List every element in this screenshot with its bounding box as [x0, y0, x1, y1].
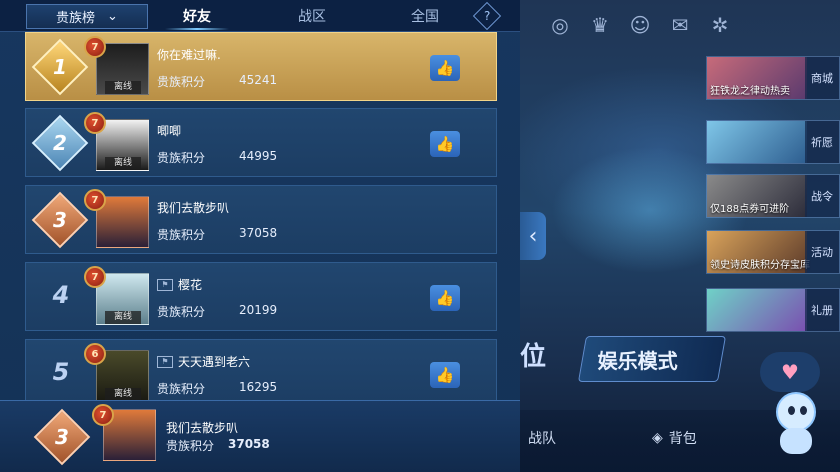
like-button[interactable]: 👍 [430, 55, 460, 81]
rank-badge: 1 [31, 38, 89, 96]
vip-level-badge: 7 [84, 112, 106, 134]
score-value: 44995 [239, 149, 278, 163]
collapse-panel-button[interactable]: ‹ [520, 212, 546, 260]
rank-badge: 3 [31, 191, 89, 249]
promo-giftbook[interactable]: 礼册 [706, 288, 840, 332]
chevron-down-icon: ⌄ [107, 9, 118, 24]
promo-side-label: 活动 [805, 231, 839, 273]
score-label: 贵族积分 [157, 75, 206, 89]
score-label: 贵族积分 [157, 228, 206, 242]
offline-status: 离线 [105, 81, 141, 94]
rank-number: 4 [52, 281, 70, 309]
casual-mode-label: 娱乐模式 [597, 349, 678, 373]
tab-national[interactable]: 全国 [375, 0, 475, 32]
score-value: 37058 [239, 226, 278, 240]
promo-shop[interactable]: 狂铁龙之律动热卖 商城 [706, 56, 840, 100]
region-flag-icon: ⚑ [157, 355, 173, 368]
mode-selector: 位 娱乐模式 [520, 330, 727, 390]
top-icon-bar: ◎ ♛ ☺ ✉ ✲ [520, 0, 840, 50]
board-dropdown-value: 贵族榜 [56, 11, 96, 26]
ranking-row[interactable]: 1 离线 7 你在难过嘛. 贵族积分 45241 👍 [25, 32, 497, 101]
ranking-row[interactable]: 3 7 我们去散步叭 贵族积分 37058 [25, 185, 497, 254]
ranked-mode-label[interactable]: 位 [520, 336, 580, 386]
ranking-tabs: 贵族榜 ⌄ 好友 战区 全国 ? [0, 0, 520, 32]
score-value: 20199 [239, 303, 278, 317]
vip-level-badge: 6 [84, 343, 106, 365]
player-name: ⚑ 樱花 [157, 276, 202, 293]
promo-side-label: 战令 [805, 175, 839, 217]
help-icon[interactable]: ? [472, 1, 502, 31]
like-button[interactable]: 👍 [430, 285, 460, 311]
trophy-icon[interactable]: ♛ [580, 5, 620, 45]
player-name: ⚑ 天天遇到老六 [157, 353, 250, 370]
player-name: 我们去散步叭 [157, 201, 230, 215]
ranking-panel: 贵族榜 ⌄ 好友 战区 全国 ? 1 离线 7 你在难过嘛. 贵族积分 4524… [0, 0, 520, 472]
ranking-row[interactable]: 2 离线 7 唧唧 贵族积分 44995 👍 [25, 108, 497, 177]
thumbs-up-icon: 👍 [435, 366, 455, 384]
target-icon[interactable]: ◎ [540, 5, 580, 45]
bag-icon: ◈ [652, 430, 663, 446]
rank-badge: 2 [31, 114, 89, 172]
offline-status: 离线 [105, 311, 141, 324]
casual-mode-button[interactable]: 娱乐模式 [577, 336, 727, 382]
bag-label: 背包 [668, 431, 697, 447]
team-label: 战队 [528, 431, 556, 447]
mascot-assistant[interactable] [770, 392, 822, 456]
like-button[interactable]: 👍 [430, 131, 460, 157]
heart-button[interactable]: ♥ [760, 352, 820, 392]
promo-side-label: 祈愿 [805, 121, 839, 163]
mail-icon[interactable]: ✉ [660, 5, 700, 45]
tab-friends[interactable]: 好友 [147, 0, 247, 32]
promo-event[interactable]: 领史诗皮肤积分存宝库 活动 [706, 230, 840, 274]
bag-button[interactable]: ◈ 背包 [652, 428, 697, 448]
promo-battlepass[interactable]: 仅188点券可进阶 战令 [706, 174, 840, 218]
player-name: 唧唧 [157, 124, 182, 138]
offline-status: 离线 [105, 157, 141, 170]
score-label: 贵族积分 [157, 151, 206, 165]
score-label: 贵族积分 [157, 382, 206, 396]
score-label: 贵族积分 [157, 305, 206, 319]
thumbs-up-icon: 👍 [435, 59, 455, 77]
my-score-value: 37058 [228, 437, 270, 451]
my-rank-badge: 3 [33, 408, 91, 466]
chevron-left-icon: ‹ [528, 223, 538, 249]
score-value: 16295 [239, 380, 278, 394]
thumbs-up-icon: 👍 [435, 135, 455, 153]
promo-side-label: 礼册 [805, 289, 839, 331]
promo-side-label: 商城 [805, 57, 839, 99]
region-flag-icon: ⚑ [157, 278, 173, 291]
friends-icon[interactable]: ☺ [620, 5, 660, 45]
vip-level-badge: 7 [84, 189, 106, 211]
player-name: 你在难过嘛. [157, 48, 221, 62]
tab-region[interactable]: 战区 [262, 0, 362, 32]
my-vip-level-badge: 7 [92, 404, 114, 426]
vip-level-badge: 7 [84, 36, 106, 58]
my-rank-bar: 3 7 我们去散步叭 贵族积分 37058 [0, 400, 520, 472]
rank-number: 5 [52, 358, 70, 386]
ranking-row[interactable]: 5 离线 6 ⚑ 天天遇到老六 贵族积分 16295 👍 [25, 339, 497, 408]
thumbs-up-icon: 👍 [435, 289, 455, 307]
vip-level-badge: 7 [84, 266, 106, 288]
score-value: 45241 [239, 73, 278, 87]
promo-wish[interactable]: 祈愿 [706, 120, 840, 164]
board-dropdown[interactable]: 贵族榜 ⌄ [26, 4, 148, 29]
my-score-label: 贵族积分 [166, 439, 215, 453]
my-player-name: 我们去散步叭 [166, 421, 239, 435]
team-button[interactable]: 战队 [528, 428, 556, 448]
ranking-row[interactable]: 4 离线 7 ⚑ 樱花 贵族积分 20199 👍 [25, 262, 497, 331]
like-button[interactable]: 👍 [430, 362, 460, 388]
settings-icon[interactable]: ✲ [700, 5, 740, 45]
heart-icon: ♥ [781, 360, 799, 384]
